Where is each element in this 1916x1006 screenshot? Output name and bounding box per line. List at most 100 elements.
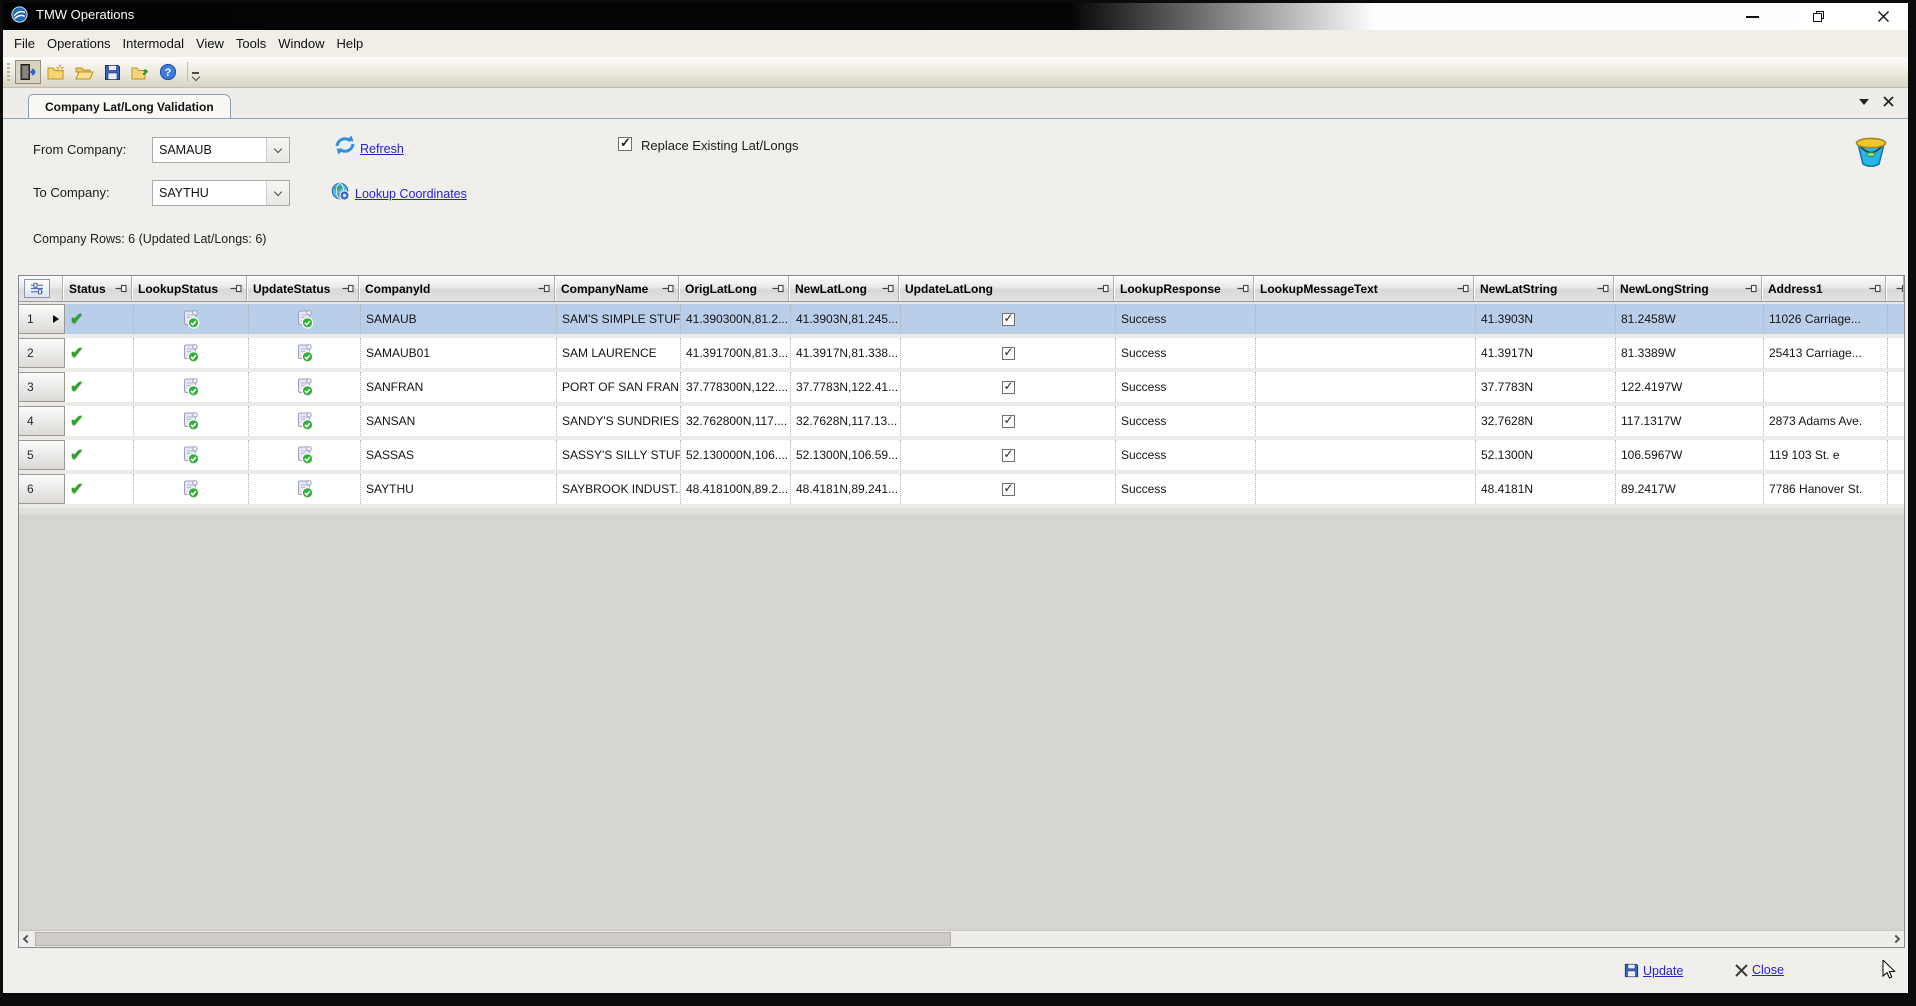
menu-window[interactable]: Window <box>272 33 330 54</box>
column-header-new_long_string[interactable]: NewLongString <box>1614 276 1762 301</box>
replace-existing-checkbox[interactable] <box>618 137 632 151</box>
cell-orig_latlong[interactable]: 37.778300N,122.... <box>681 372 791 402</box>
cell-new_lat_string[interactable]: 52.1300N <box>1476 440 1616 470</box>
pin-icon[interactable] <box>115 284 127 293</box>
table-row[interactable]: 3✔SANFRANPORT OF SAN FRAN...37.778300N,1… <box>19 372 1904 402</box>
pin-icon[interactable] <box>1896 284 1904 293</box>
lookup-coordinates-globe-icon[interactable] <box>331 182 351 202</box>
cell-new_lat_string[interactable]: 41.3917N <box>1476 338 1616 368</box>
close-button[interactable] <box>1877 10 1890 23</box>
cell-lookup_status[interactable] <box>134 304 249 334</box>
menu-intermodal[interactable]: Intermodal <box>117 33 190 54</box>
cell-lookup_message[interactable] <box>1256 338 1476 368</box>
cell-new_lat_string[interactable]: 41.3903N <box>1476 304 1616 334</box>
update-latlong-checkbox[interactable] <box>1002 415 1015 428</box>
column-header-lookup_response[interactable]: LookupResponse <box>1114 276 1254 301</box>
menu-tools[interactable]: Tools <box>230 33 272 54</box>
tab-close-icon[interactable] <box>1883 96 1894 107</box>
cell-update_status[interactable] <box>249 372 361 402</box>
column-header-orig_latlong[interactable]: OrigLatLong <box>679 276 789 301</box>
cell-new_lat_string[interactable]: 32.7628N <box>1476 406 1616 436</box>
update-latlong-checkbox[interactable] <box>1002 313 1015 326</box>
cell-new_latlong[interactable]: 41.3917N,81.338... <box>791 338 901 368</box>
chevron-down-icon[interactable] <box>266 181 289 205</box>
table-row[interactable]: 4✔SANSANSANDY'S SUNDRIES32.762800N,117..… <box>19 406 1904 436</box>
update-latlong-checkbox[interactable] <box>1002 347 1015 360</box>
menu-file[interactable]: File <box>8 33 41 54</box>
pin-icon[interactable] <box>538 284 550 293</box>
cell-company_name[interactable]: SAYBROOK INDUST... <box>557 474 681 504</box>
menu-view[interactable]: View <box>190 33 230 54</box>
pin-icon[interactable] <box>1745 284 1757 293</box>
cell-company_name[interactable]: PORT OF SAN FRAN... <box>557 372 681 402</box>
cell-new_long_string[interactable]: 106.5967W <box>1616 440 1764 470</box>
cell-_stub[interactable] <box>1888 406 1905 436</box>
cell-new_latlong[interactable]: 32.7628N,117.13... <box>791 406 901 436</box>
pin-icon[interactable] <box>230 284 242 293</box>
cell-company_id[interactable]: SAMAUB01 <box>361 338 557 368</box>
cell-company_id[interactable]: SAYTHU <box>361 474 557 504</box>
scroll-right-icon[interactable] <box>1888 931 1904 947</box>
cell-company_id[interactable]: SASSAS <box>361 440 557 470</box>
cell-_stub[interactable] <box>1888 372 1905 402</box>
pin-icon[interactable] <box>1869 284 1881 293</box>
cell-_stub[interactable] <box>1888 474 1905 504</box>
scroll-left-icon[interactable] <box>19 931 35 947</box>
row-header[interactable]: 4 <box>19 406 65 436</box>
cell-new_long_string[interactable]: 122.4197W <box>1616 372 1764 402</box>
cell-status[interactable]: ✔ <box>65 338 134 368</box>
table-row[interactable]: 5✔SASSASSASSY'S SILLY STUFF52.130000N,10… <box>19 440 1904 470</box>
minimize-button[interactable] <box>1746 16 1759 18</box>
cell-address1[interactable]: 25413 Carriage... <box>1764 338 1888 368</box>
row-header[interactable]: 6 <box>19 474 65 504</box>
from-company-combobox[interactable]: SAMAUB <box>152 137 290 163</box>
export-icon[interactable] <box>127 60 153 84</box>
cell-status[interactable]: ✔ <box>65 406 134 436</box>
cell-lookup_response[interactable]: Success <box>1116 440 1256 470</box>
row-header[interactable]: 5 <box>19 440 65 470</box>
cell-new_latlong[interactable]: 52.1300N,106.59... <box>791 440 901 470</box>
cell-new_long_string[interactable]: 89.2417W <box>1616 474 1764 504</box>
close-link[interactable]: Close <box>1752 963 1784 977</box>
cell-orig_latlong[interactable]: 41.391700N,81.3... <box>681 338 791 368</box>
column-header-address1[interactable]: Address1 <box>1762 276 1886 301</box>
exit-door-icon[interactable] <box>15 60 41 84</box>
cell-orig_latlong[interactable]: 32.762800N,117.... <box>681 406 791 436</box>
pin-icon[interactable] <box>882 284 894 293</box>
column-header-lookup_message[interactable]: LookupMessageText <box>1254 276 1474 301</box>
cell-lookup_status[interactable] <box>134 406 249 436</box>
cell-new_lat_string[interactable]: 48.4181N <box>1476 474 1616 504</box>
column-header-company_name[interactable]: CompanyName <box>555 276 679 301</box>
restore-button[interactable] <box>1813 11 1824 22</box>
cell-company_id[interactable]: SANSAN <box>361 406 557 436</box>
pin-icon[interactable] <box>342 284 354 293</box>
update-action[interactable]: Update <box>1624 963 1683 978</box>
cell-orig_latlong[interactable]: 41.390300N,81.2... <box>681 304 791 334</box>
help-icon[interactable]: ? <box>155 60 181 84</box>
column-header-update_latlong[interactable]: UpdateLatLong <box>899 276 1114 301</box>
cell-update_latlong[interactable] <box>901 474 1116 504</box>
pin-icon[interactable] <box>1597 284 1609 293</box>
column-header-address2_clipped[interactable]: A <box>1886 276 1904 301</box>
cell-lookup_message[interactable] <box>1256 372 1476 402</box>
column-header-new_lat_string[interactable]: NewLatString <box>1474 276 1614 301</box>
cell-status[interactable]: ✔ <box>65 304 134 334</box>
cell-company_id[interactable]: SANFRAN <box>361 372 557 402</box>
cell-lookup_response[interactable]: Success <box>1116 406 1256 436</box>
cell-update_status[interactable] <box>249 440 361 470</box>
cell-lookup_status[interactable] <box>134 338 249 368</box>
save-icon[interactable] <box>99 60 125 84</box>
cell-address1[interactable]: 11026 Carriage... <box>1764 304 1888 334</box>
cell-new_latlong[interactable]: 37.7783N,122.41... <box>791 372 901 402</box>
cell-lookup_response[interactable]: Success <box>1116 338 1256 368</box>
cell-update_latlong[interactable] <box>901 304 1116 334</box>
row-header[interactable]: 1 <box>19 304 65 334</box>
cell-_stub[interactable] <box>1888 338 1905 368</box>
column-header-update_status[interactable]: UpdateStatus <box>247 276 359 301</box>
cell-address1[interactable]: 7786 Hanover St. <box>1764 474 1888 504</box>
update-latlong-checkbox[interactable] <box>1002 381 1015 394</box>
cell-address1[interactable] <box>1764 372 1888 402</box>
cell-update_status[interactable] <box>249 406 361 436</box>
cell-company_name[interactable]: SASSY'S SILLY STUFF <box>557 440 681 470</box>
refresh-link[interactable]: Refresh <box>360 142 404 156</box>
